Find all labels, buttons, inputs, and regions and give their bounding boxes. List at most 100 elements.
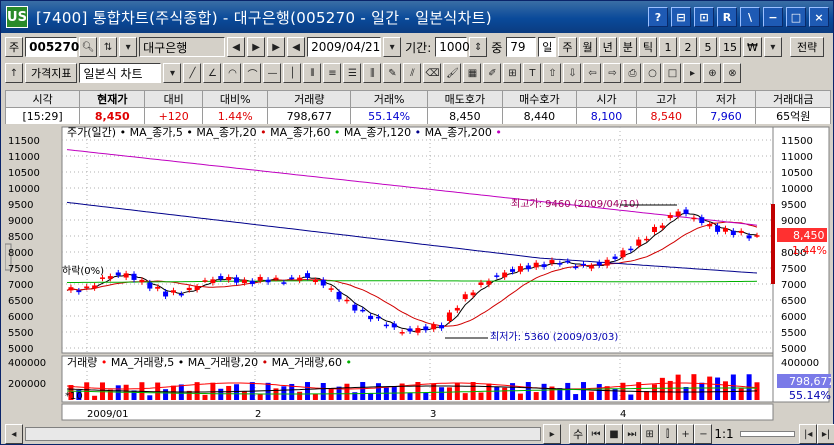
text-icon[interactable]: T	[523, 63, 542, 83]
rewind-icon[interactable]: ⏮	[587, 424, 605, 444]
h-scrollbar[interactable]	[24, 427, 542, 441]
square-icon[interactable]: □	[663, 63, 682, 83]
refresh-button[interactable]: R	[717, 7, 737, 27]
price-legend: 주가(일간) • MA_종가,5 • MA_종가,20 • MA_종가,60 •…	[67, 125, 502, 139]
channel-icon[interactable]: ⫽	[403, 63, 422, 83]
layout-button[interactable]: ⊟	[671, 7, 691, 27]
zoom-icon[interactable]: ⊕	[703, 63, 722, 83]
interval-2[interactable]: 2	[679, 37, 698, 57]
color-icon[interactable]: ▦	[463, 63, 482, 83]
grid-icon[interactable]: ⦀	[303, 63, 322, 83]
interval-day[interactable]: 일	[538, 37, 557, 57]
right-arrow-icon[interactable]: ⇨	[603, 63, 622, 83]
stock-code-input[interactable]: 005270	[25, 37, 79, 57]
hline-icon[interactable]: —	[263, 63, 282, 83]
play-right-icon[interactable]: ▶	[267, 37, 286, 57]
help-button[interactable]: ?	[648, 7, 668, 27]
candle	[234, 277, 240, 283]
y-tick-left: 5500	[8, 328, 33, 339]
close-button[interactable]: ×	[809, 7, 829, 27]
minimize-button[interactable]: −	[763, 7, 783, 27]
bars-icon[interactable]: ☰	[343, 63, 362, 83]
prev-stock-icon[interactable]: ◀	[227, 37, 246, 57]
interval-dropdown-icon[interactable]: ▾	[763, 37, 782, 57]
cycle-icon[interactable]: ⫼	[363, 63, 382, 83]
chart-type-select[interactable]: 일본식 차트	[79, 63, 162, 83]
forward-icon[interactable]: ⏭	[622, 424, 641, 444]
currency-button[interactable]: ₩	[743, 37, 762, 57]
eraser-icon[interactable]: ⌫	[423, 63, 442, 83]
spinner-icon[interactable]: ⇕	[469, 37, 488, 57]
zoom-in-icon[interactable]: +	[676, 424, 695, 444]
candle	[699, 217, 705, 223]
maximize-button[interactable]: □	[786, 7, 806, 27]
zoom-slider[interactable]	[739, 431, 796, 437]
candle	[320, 279, 326, 286]
note-icon[interactable]: ⎙	[623, 63, 642, 83]
count-input[interactable]: 79	[506, 37, 537, 57]
save-screen-button[interactable]: ⊡	[694, 7, 714, 27]
interval-week[interactable]: 주	[558, 37, 577, 57]
left-arrow-icon[interactable]: ⇦	[583, 63, 602, 83]
price-chart[interactable]: 11500 11500 11000 11000 10500 10500 10000 10000…	[5, 124, 831, 424]
y-tick-right: 7500	[781, 264, 806, 275]
link-button[interactable]: \	[740, 7, 760, 27]
quote-change: +120	[144, 107, 204, 125]
first-icon[interactable]: |◂	[799, 424, 818, 444]
y-tick-left: 11000	[8, 152, 40, 163]
legend-vma5: MA_거래량,5	[111, 356, 174, 369]
chevron-down-icon[interactable]: ▾	[119, 37, 138, 57]
calendar-dropdown-icon[interactable]: ▾	[383, 37, 402, 57]
table-icon[interactable]: ⊞	[503, 63, 522, 83]
pencil-icon[interactable]: ✎	[383, 63, 402, 83]
next-stock-icon[interactable]: ▶	[247, 37, 266, 57]
market-type-button[interactable]: 주	[5, 37, 24, 57]
volume-bar	[581, 382, 587, 400]
angle-icon[interactable]: ∠	[203, 63, 222, 83]
circle-icon[interactable]: ○	[643, 63, 662, 83]
volume-bar	[344, 383, 350, 400]
up-arrow-icon[interactable]: ⇧	[543, 63, 562, 83]
scroll-left-icon[interactable]: ◂	[5, 424, 23, 444]
scroll-mode-button[interactable]: 수	[569, 424, 588, 444]
table-view-icon[interactable]: ⊞	[640, 424, 659, 444]
arrow-up-icon[interactable]: ↑	[5, 63, 23, 83]
brush-icon[interactable]: 🖌︎	[443, 63, 462, 83]
down-arrow-icon[interactable]: ⇩	[563, 63, 582, 83]
y-tick-left: 6000	[8, 312, 33, 323]
trendline-icon[interactable]: ╱	[183, 63, 202, 83]
interval-year[interactable]: 년	[598, 37, 617, 57]
x-tick: 4	[620, 409, 626, 420]
edit-icon[interactable]: ✐	[483, 63, 502, 83]
search-icon[interactable]: 🔍︎	[79, 37, 98, 57]
period-input[interactable]: 1000	[435, 37, 470, 57]
chart-view-icon[interactable]: ⫿	[658, 424, 677, 444]
arc-icon[interactable]: ◠	[223, 63, 242, 83]
interval-minute[interactable]: 분	[618, 37, 637, 57]
indicator-button[interactable]: 가격지표	[25, 63, 78, 83]
fibonacci-icon[interactable]: ≡	[323, 63, 342, 83]
quote-header: 대비	[144, 90, 204, 108]
interval-month[interactable]: 월	[578, 37, 597, 57]
quote-low: 7,960	[695, 107, 757, 125]
scroll-right-icon[interactable]: ▸	[543, 424, 562, 444]
play-left-icon[interactable]: ◀	[287, 37, 306, 57]
reset-zoom-icon[interactable]: ⊗	[723, 63, 742, 83]
sort-icon[interactable]: ⇅	[99, 37, 118, 57]
interval-1[interactable]: 1	[659, 37, 678, 57]
stop-icon[interactable]: ■	[605, 424, 623, 444]
vline-icon[interactable]: │	[283, 63, 302, 83]
fan-icon[interactable]: ⌒	[243, 63, 262, 83]
chart-type-dropdown-icon[interactable]: ▾	[163, 63, 182, 83]
zoom-out-icon[interactable]: −	[694, 424, 713, 444]
strategy-button[interactable]: 전략	[789, 37, 825, 57]
shape-dropdown-icon[interactable]: ▸	[683, 63, 702, 83]
quote-header-row: 시각 현재가 대비 대비% 거래량 거래% 매도호가 매수호가 시가 고가 저가…	[4, 90, 831, 108]
date-input[interactable]: 2009/04/21	[307, 37, 382, 57]
quote-header: 매도호가	[427, 90, 503, 108]
last-icon[interactable]: ▸|	[817, 424, 834, 444]
interval-15[interactable]: 15	[719, 37, 742, 57]
title-bar[interactable]: US [7400] 통합차트(주식종합) - 대구은행(005270 - 일간 …	[1, 1, 833, 33]
interval-tick[interactable]: 틱	[638, 37, 658, 57]
interval-5[interactable]: 5	[699, 37, 718, 57]
